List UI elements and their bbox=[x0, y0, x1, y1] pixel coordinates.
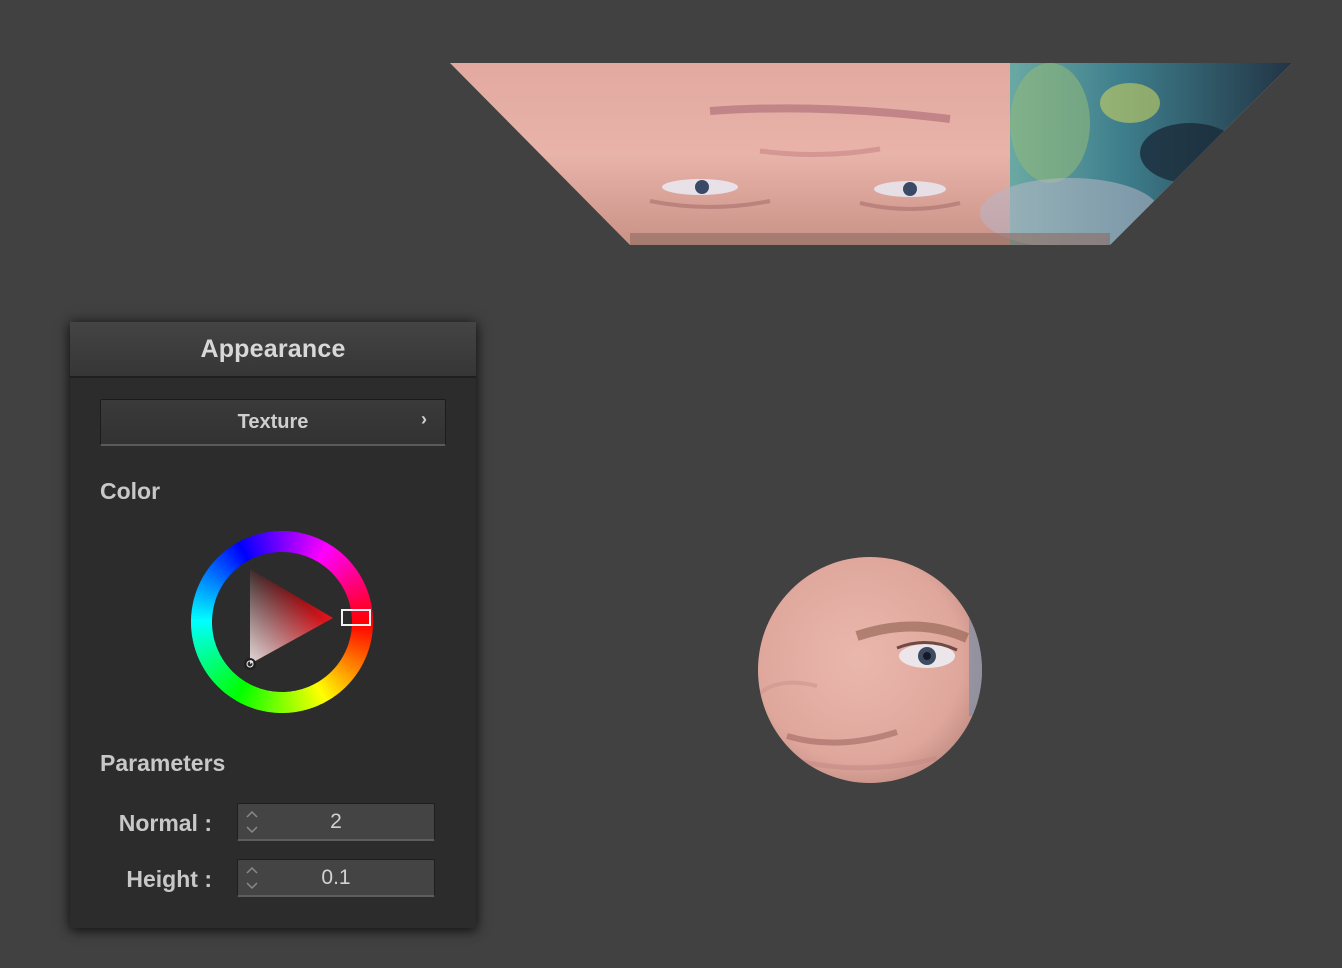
texture-button[interactable]: Texture › bbox=[100, 399, 446, 446]
color-wheel[interactable] bbox=[182, 522, 382, 722]
up-down-arrows-icon[interactable] bbox=[244, 863, 260, 893]
parameters-heading: Parameters bbox=[100, 750, 226, 776]
height-spinbox[interactable]: 0.1 bbox=[237, 859, 435, 897]
textured-sphere[interactable] bbox=[757, 556, 983, 784]
textured-plane[interactable] bbox=[450, 63, 1292, 245]
chevron-right-icon: › bbox=[421, 409, 427, 429]
panel-title: Appearance bbox=[200, 334, 346, 363]
height-label: Height : bbox=[126, 866, 212, 892]
color-heading: Color bbox=[100, 478, 161, 504]
normal-spinbox[interactable]: 2 bbox=[237, 803, 435, 841]
up-down-arrows-icon[interactable] bbox=[244, 807, 260, 837]
normal-label: Normal : bbox=[118, 810, 212, 836]
height-value[interactable]: 0.1 bbox=[268, 860, 434, 895]
texture-button-label: Texture bbox=[237, 410, 309, 433]
saturation-triangle[interactable] bbox=[250, 569, 333, 664]
normal-value[interactable]: 2 bbox=[268, 804, 434, 839]
3d-viewport[interactable]: Appearance Texture › Color Parameters No… bbox=[0, 0, 1342, 968]
panel-header: Appearance bbox=[70, 322, 476, 378]
appearance-panel: Appearance Texture › Color Parameters No… bbox=[70, 322, 476, 928]
